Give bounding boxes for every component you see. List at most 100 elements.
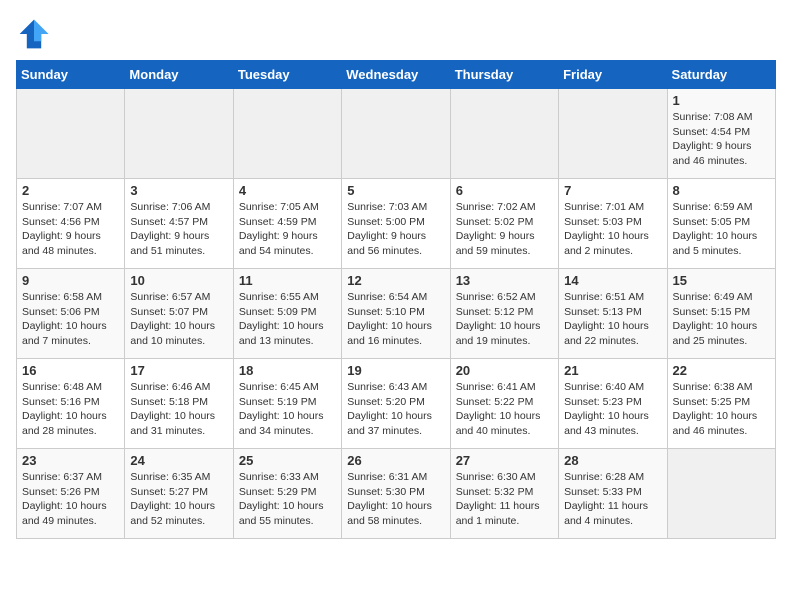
day-info: Sunrise: 6:59 AM Sunset: 5:05 PM Dayligh… bbox=[673, 200, 770, 259]
logo-icon bbox=[16, 16, 52, 52]
day-header-wednesday: Wednesday bbox=[342, 61, 450, 89]
day-info: Sunrise: 6:41 AM Sunset: 5:22 PM Dayligh… bbox=[456, 380, 553, 439]
day-cell: 22 Sunrise: 6:38 AM Sunset: 5:25 PM Dayli… bbox=[667, 359, 775, 449]
day-number: 11 bbox=[239, 273, 336, 288]
day-info: Sunrise: 6:38 AM Sunset: 5:25 PM Dayligh… bbox=[673, 380, 770, 439]
day-cell bbox=[559, 89, 667, 179]
day-info: Sunrise: 7:02 AM Sunset: 5:02 PM Dayligh… bbox=[456, 200, 553, 259]
day-cell: 21 Sunrise: 6:40 AM Sunset: 5:23 PM Dayli… bbox=[559, 359, 667, 449]
day-header-thursday: Thursday bbox=[450, 61, 558, 89]
day-cell: 12 Sunrise: 6:54 AM Sunset: 5:10 PM Dayli… bbox=[342, 269, 450, 359]
day-cell: 25 Sunrise: 6:33 AM Sunset: 5:29 PM Dayli… bbox=[233, 449, 341, 539]
day-cell: 2 Sunrise: 7:07 AM Sunset: 4:56 PM Daylig… bbox=[17, 179, 125, 269]
week-row-4: 16 Sunrise: 6:48 AM Sunset: 5:16 PM Dayli… bbox=[17, 359, 776, 449]
day-cell: 13Sunrise: 6:52 AM Sunset: 5:12 PM Dayli… bbox=[450, 269, 558, 359]
day-info: Sunrise: 6:28 AM Sunset: 5:33 PM Dayligh… bbox=[564, 470, 661, 529]
calendar-header: SundayMondayTuesdayWednesdayThursdayFrid… bbox=[17, 61, 776, 89]
day-number: 1 bbox=[673, 93, 770, 108]
day-number: 22 bbox=[673, 363, 770, 378]
day-cell: 6 Sunrise: 7:02 AM Sunset: 5:02 PM Daylig… bbox=[450, 179, 558, 269]
day-cell bbox=[17, 89, 125, 179]
day-header-friday: Friday bbox=[559, 61, 667, 89]
day-number: 16 bbox=[22, 363, 119, 378]
day-cell bbox=[342, 89, 450, 179]
day-number: 20 bbox=[456, 363, 553, 378]
day-info: Sunrise: 6:48 AM Sunset: 5:16 PM Dayligh… bbox=[22, 380, 119, 439]
calendar-body: 1 Sunrise: 7:08 AM Sunset: 4:54 PM Daylig… bbox=[17, 89, 776, 539]
day-number: 28 bbox=[564, 453, 661, 468]
day-info: Sunrise: 7:07 AM Sunset: 4:56 PM Dayligh… bbox=[22, 200, 119, 259]
day-cell bbox=[233, 89, 341, 179]
day-info: Sunrise: 6:51 AM Sunset: 5:13 PM Dayligh… bbox=[564, 290, 661, 349]
day-cell: 14 Sunrise: 6:51 AM Sunset: 5:13 PM Dayli… bbox=[559, 269, 667, 359]
week-row-5: 23Sunrise: 6:37 AM Sunset: 5:26 PM Dayli… bbox=[17, 449, 776, 539]
day-info: Sunrise: 6:49 AM Sunset: 5:15 PM Dayligh… bbox=[673, 290, 770, 349]
day-cell: 7 Sunrise: 7:01 AM Sunset: 5:03 PM Daylig… bbox=[559, 179, 667, 269]
day-cell bbox=[450, 89, 558, 179]
day-info: Sunrise: 6:30 AM Sunset: 5:32 PM Dayligh… bbox=[456, 470, 553, 529]
day-cell: 23Sunrise: 6:37 AM Sunset: 5:26 PM Dayli… bbox=[17, 449, 125, 539]
day-number: 17 bbox=[130, 363, 227, 378]
day-cell: 19 Sunrise: 6:43 AM Sunset: 5:20 PM Dayli… bbox=[342, 359, 450, 449]
day-number: 3 bbox=[130, 183, 227, 198]
day-cell: 26 Sunrise: 6:31 AM Sunset: 5:30 PM Dayli… bbox=[342, 449, 450, 539]
day-cell: 24Sunrise: 6:35 AM Sunset: 5:27 PM Dayli… bbox=[125, 449, 233, 539]
header bbox=[16, 16, 776, 52]
day-info: Sunrise: 7:06 AM Sunset: 4:57 PM Dayligh… bbox=[130, 200, 227, 259]
day-number: 2 bbox=[22, 183, 119, 198]
day-cell: 5 Sunrise: 7:03 AM Sunset: 5:00 PM Daylig… bbox=[342, 179, 450, 269]
day-number: 27 bbox=[456, 453, 553, 468]
day-number: 14 bbox=[564, 273, 661, 288]
day-cell: 9 Sunrise: 6:58 AM Sunset: 5:06 PM Daylig… bbox=[17, 269, 125, 359]
day-cell: 10Sunrise: 6:57 AM Sunset: 5:07 PM Dayli… bbox=[125, 269, 233, 359]
day-info: Sunrise: 6:33 AM Sunset: 5:29 PM Dayligh… bbox=[239, 470, 336, 529]
day-info: Sunrise: 6:54 AM Sunset: 5:10 PM Dayligh… bbox=[347, 290, 444, 349]
week-row-1: 1 Sunrise: 7:08 AM Sunset: 4:54 PM Daylig… bbox=[17, 89, 776, 179]
day-info: Sunrise: 6:55 AM Sunset: 5:09 PM Dayligh… bbox=[239, 290, 336, 349]
day-info: Sunrise: 7:03 AM Sunset: 5:00 PM Dayligh… bbox=[347, 200, 444, 259]
day-cell bbox=[667, 449, 775, 539]
day-info: Sunrise: 7:05 AM Sunset: 4:59 PM Dayligh… bbox=[239, 200, 336, 259]
day-info: Sunrise: 6:57 AM Sunset: 5:07 PM Dayligh… bbox=[130, 290, 227, 349]
day-info: Sunrise: 7:08 AM Sunset: 4:54 PM Dayligh… bbox=[673, 110, 770, 169]
logo bbox=[16, 16, 56, 52]
day-cell: 18 Sunrise: 6:45 AM Sunset: 5:19 PM Dayli… bbox=[233, 359, 341, 449]
day-header-tuesday: Tuesday bbox=[233, 61, 341, 89]
day-cell bbox=[125, 89, 233, 179]
day-info: Sunrise: 6:31 AM Sunset: 5:30 PM Dayligh… bbox=[347, 470, 444, 529]
day-cell: 4 Sunrise: 7:05 AM Sunset: 4:59 PM Daylig… bbox=[233, 179, 341, 269]
day-number: 21 bbox=[564, 363, 661, 378]
day-number: 6 bbox=[456, 183, 553, 198]
day-info: Sunrise: 6:58 AM Sunset: 5:06 PM Dayligh… bbox=[22, 290, 119, 349]
day-cell: 8 Sunrise: 6:59 AM Sunset: 5:05 PM Daylig… bbox=[667, 179, 775, 269]
day-number: 25 bbox=[239, 453, 336, 468]
day-number: 8 bbox=[673, 183, 770, 198]
day-info: Sunrise: 7:01 AM Sunset: 5:03 PM Dayligh… bbox=[564, 200, 661, 259]
day-header-saturday: Saturday bbox=[667, 61, 775, 89]
day-cell: 27 Sunrise: 6:30 AM Sunset: 5:32 PM Dayli… bbox=[450, 449, 558, 539]
day-number: 9 bbox=[22, 273, 119, 288]
day-number: 23 bbox=[22, 453, 119, 468]
day-number: 4 bbox=[239, 183, 336, 198]
day-number: 5 bbox=[347, 183, 444, 198]
day-info: Sunrise: 6:46 AM Sunset: 5:18 PM Dayligh… bbox=[130, 380, 227, 439]
day-cell: 11 Sunrise: 6:55 AM Sunset: 5:09 PM Dayli… bbox=[233, 269, 341, 359]
day-number: 7 bbox=[564, 183, 661, 198]
day-number: 15 bbox=[673, 273, 770, 288]
day-cell: 15 Sunrise: 6:49 AM Sunset: 5:15 PM Dayli… bbox=[667, 269, 775, 359]
day-info: Sunrise: 6:52 AM Sunset: 5:12 PM Dayligh… bbox=[456, 290, 553, 349]
day-header-sunday: Sunday bbox=[17, 61, 125, 89]
day-info: Sunrise: 6:35 AM Sunset: 5:27 PM Dayligh… bbox=[130, 470, 227, 529]
day-cell: 17 Sunrise: 6:46 AM Sunset: 5:18 PM Dayli… bbox=[125, 359, 233, 449]
day-number: 18 bbox=[239, 363, 336, 378]
day-info: Sunrise: 6:40 AM Sunset: 5:23 PM Dayligh… bbox=[564, 380, 661, 439]
week-row-2: 2 Sunrise: 7:07 AM Sunset: 4:56 PM Daylig… bbox=[17, 179, 776, 269]
day-number: 12 bbox=[347, 273, 444, 288]
day-number: 26 bbox=[347, 453, 444, 468]
day-cell: 20 Sunrise: 6:41 AM Sunset: 5:22 PM Dayli… bbox=[450, 359, 558, 449]
day-cell: 3 Sunrise: 7:06 AM Sunset: 4:57 PM Daylig… bbox=[125, 179, 233, 269]
day-number: 19 bbox=[347, 363, 444, 378]
calendar-table: SundayMondayTuesdayWednesdayThursdayFrid… bbox=[16, 60, 776, 539]
day-info: Sunrise: 6:43 AM Sunset: 5:20 PM Dayligh… bbox=[347, 380, 444, 439]
day-info: Sunrise: 6:45 AM Sunset: 5:19 PM Dayligh… bbox=[239, 380, 336, 439]
